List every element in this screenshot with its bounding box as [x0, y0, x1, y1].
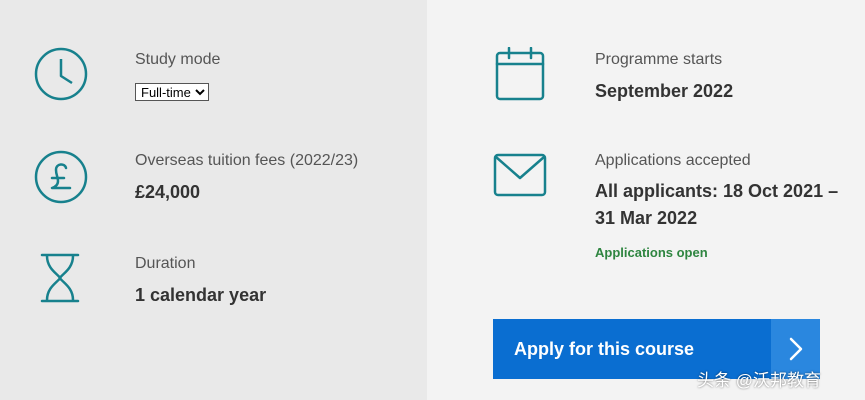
applications-value: All applicants: 18 Oct 2021 – 31 Mar 202…: [595, 181, 839, 228]
programme-starts-label: Programme starts: [595, 51, 723, 68]
hourglass-icon: [38, 253, 82, 303]
applications-label: Applications accepted: [595, 152, 751, 169]
programme-starts-value: September 2022: [595, 81, 734, 101]
applications-status: Applications open: [595, 245, 708, 260]
pound-icon: [34, 150, 88, 204]
fees-label: Overseas tuition fees (2022/23): [135, 152, 359, 169]
envelope-icon: [493, 153, 547, 197]
study-mode-select[interactable]: Full-time: [135, 83, 209, 101]
watermark: 头条 @沃邦教育: [697, 371, 821, 390]
clock-icon: [34, 47, 88, 101]
study-mode-label: Study mode: [135, 51, 221, 68]
fees-value: £24,000: [135, 182, 201, 202]
calendar-icon: [495, 47, 545, 101]
duration-label: Duration: [135, 255, 196, 272]
duration-value: 1 calendar year: [135, 285, 267, 305]
